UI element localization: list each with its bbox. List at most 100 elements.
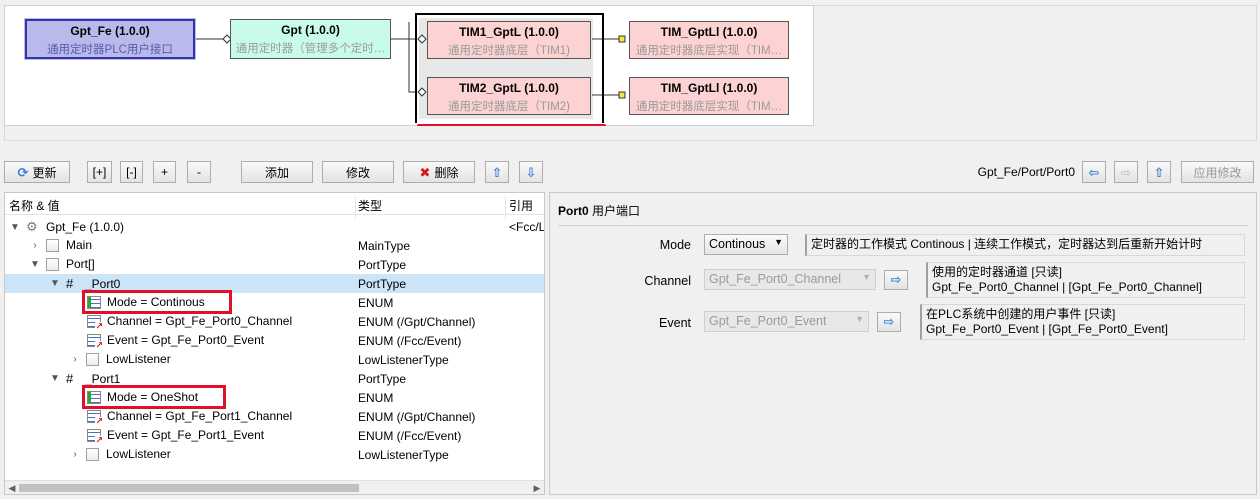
event-desc-line1: 在PLC系统中创建的用户事件 [只读] — [926, 307, 1116, 321]
enum-link-icon — [87, 333, 103, 350]
chevron-right-icon[interactable]: › — [69, 354, 81, 365]
col-header-ref[interactable]: 引用 — [509, 197, 533, 214]
dropdown-arrow-icon: ▼ — [862, 272, 871, 282]
channel-desc-line2: Gpt_Fe_Port0_Channel | [Gpt_Fe_Port0_Cha… — [932, 280, 1202, 294]
row-type: ENUM — [358, 296, 394, 310]
col-header-name[interactable]: 名称 & 值 — [9, 197, 60, 214]
divider — [558, 225, 1248, 226]
enum-link-icon — [87, 314, 103, 331]
refresh-button[interactable]: ⟳ 更新 — [4, 161, 70, 183]
scroll-right-icon[interactable]: ▶ — [530, 481, 544, 494]
row-label: _Port1 — [85, 371, 121, 386]
dropdown-arrow-icon: ▼ — [774, 237, 783, 247]
chevron-right-icon[interactable]: › — [29, 240, 41, 251]
enum-link-icon — [87, 409, 103, 426]
row-type: ENUM (/Fcc/Event) — [358, 334, 462, 348]
diagram-empty-area — [814, 5, 1257, 141]
row-label: Channel = Gpt_Fe_Port1_Channel — [107, 409, 293, 423]
expand-all-button[interactable]: [+] — [87, 161, 112, 183]
node-title: TIM1_GptL (1.0.0) — [459, 25, 559, 39]
refresh-label: 更新 — [32, 165, 57, 180]
move-down-button[interactable]: ⇩ — [519, 161, 543, 183]
move-up-button[interactable]: ⇧ — [485, 161, 509, 183]
row-label: LowListener — [106, 352, 171, 366]
hash-icon: # — [66, 276, 74, 291]
node-subtitle: 通用定时器底层实现（TIM… — [635, 45, 783, 57]
tree-row[interactable]: › LowListener LowListenerType — [5, 350, 544, 369]
node-tim1-gptl[interactable]: TIM1_GptL (1.0.0) 通用定时器底层（TIM1) — [427, 21, 591, 59]
arrow-right-icon: ⇨ — [1120, 164, 1132, 180]
chevron-down-icon[interactable]: ▼ — [29, 259, 41, 270]
row-type: LowListenerType — [358, 448, 449, 462]
tree-row[interactable]: ▼ ⚙ Gpt_Fe (1.0.0) <Fcc/Ll — [5, 217, 544, 236]
row-label: Channel = Gpt_Fe_Port0_Channel — [107, 314, 293, 328]
node-tim-gptll-1[interactable]: TIM_GptLl (1.0.0) 通用定时器底层实现（TIM… — [629, 21, 789, 59]
increment-button[interactable]: + — [153, 161, 176, 183]
modify-button[interactable]: 修改 — [322, 161, 394, 183]
node-title: Gpt_Fe (1.0.0) — [70, 24, 150, 38]
node-gpt-fe[interactable]: Gpt_Fe (1.0.0) 通用定时器PLC用户接口 — [25, 19, 195, 59]
property-panel: Port0 用户端口 Mode Continous ▼ 定时器的工作模式 Con… — [549, 192, 1257, 495]
enum-link-icon — [87, 428, 103, 445]
row-type: LowListenerType — [358, 353, 449, 367]
mode-select[interactable]: Continous ▼ — [704, 234, 788, 255]
node-subtitle: 通用定时器（管理多个定时… — [235, 43, 386, 55]
hash-icon: # — [66, 371, 74, 386]
tree-row[interactable]: ▼ Port[] PortType — [5, 255, 544, 274]
back-button[interactable]: ⇦ — [1082, 161, 1106, 183]
up-level-button[interactable]: ⇧ — [1147, 161, 1171, 183]
annotation-box-mode-continous — [82, 290, 232, 314]
add-button[interactable]: 添加 — [241, 161, 313, 183]
delete-button[interactable]: ✖ 删除 — [403, 161, 475, 183]
current-path: Gpt_Fe/Port/Port0 — [977, 165, 1075, 179]
delete-label: 删除 — [434, 165, 459, 180]
tree-row[interactable]: Channel = Gpt_Fe_Port0_Channel ENUM (/Gp… — [5, 312, 544, 331]
folder-node-icon — [86, 352, 99, 366]
node-gpt[interactable]: Gpt (1.0.0) 通用定时器（管理多个定时… — [230, 19, 391, 59]
horizontal-scrollbar[interactable]: ◀ ▶ — [5, 480, 544, 494]
refresh-icon: ⟳ — [17, 164, 29, 180]
mode-value: Continous — [709, 237, 766, 251]
event-value: Gpt_Fe_Port0_Event — [709, 314, 827, 328]
row-type: ENUM (/Fcc/Event) — [358, 429, 462, 443]
goto-event-button[interactable]: ⇨ — [877, 312, 901, 332]
event-desc-line2: Gpt_Fe_Port0_Event | [Gpt_Fe_Port0_Event… — [926, 322, 1168, 336]
chevron-down-icon[interactable]: ▼ — [9, 222, 21, 233]
row-label: Port[] — [66, 257, 95, 271]
arrow-right-icon: ⇨ — [883, 314, 895, 329]
mode-description: 定时器的工作模式 Continous | 连续工作模式，定时器达到后重新开始计时 — [805, 234, 1245, 256]
delete-x-icon: ✖ — [419, 164, 431, 180]
forward-button[interactable]: ⇨ — [1114, 161, 1138, 183]
node-subtitle: 通用定时器PLC用户接口 — [47, 44, 173, 56]
node-tim-gptll-2[interactable]: TIM_GptLl (1.0.0) 通用定时器底层实现（TIM… — [629, 77, 789, 115]
scrollbar-thumb[interactable] — [19, 484, 359, 492]
event-select[interactable]: Gpt_Fe_Port0_Event ▼ — [704, 311, 869, 332]
row-label: _Port0 — [85, 276, 121, 291]
apply-changes-button[interactable]: 应用修改 — [1181, 161, 1254, 183]
chevron-down-icon[interactable]: ▼ — [49, 278, 61, 289]
tree-row[interactable]: › LowListener LowListenerType — [5, 445, 544, 464]
arrow-up-icon: ⇧ — [491, 164, 503, 180]
scroll-left-icon[interactable]: ◀ — [5, 481, 19, 494]
tree-row[interactable]: Event = Gpt_Fe_Port1_Event ENUM (/Fcc/Ev… — [5, 426, 544, 445]
node-tim2-gptl[interactable]: TIM2_GptL (1.0.0) 通用定时器底层（TIM2) — [427, 77, 591, 115]
dropdown-arrow-icon: ▼ — [855, 314, 864, 324]
tree-header: 名称 & 值 类型 引用 — [5, 193, 544, 219]
row-label: Event = Gpt_Fe_Port1_Event — [107, 428, 265, 442]
folder-node-icon — [46, 257, 59, 271]
col-header-type[interactable]: 类型 — [358, 197, 382, 214]
arrow-down-icon: ⇩ — [525, 164, 537, 180]
tree-row[interactable]: Channel = Gpt_Fe_Port1_Channel ENUM (/Gp… — [5, 407, 544, 426]
collapse-all-button[interactable]: [-] — [120, 161, 143, 183]
tree-row[interactable]: Event = Gpt_Fe_Port0_Event ENUM (/Fcc/Ev… — [5, 331, 544, 350]
panel-title: Port0 用户端口 — [558, 204, 641, 218]
decrement-button[interactable]: - — [187, 161, 211, 183]
diagram-margin — [4, 126, 814, 141]
goto-channel-button[interactable]: ⇨ — [884, 270, 908, 290]
channel-select[interactable]: Gpt_Fe_Port0_Channel ▼ — [704, 269, 876, 290]
tree-row[interactable]: › Main MainType — [5, 236, 544, 255]
chevron-right-icon[interactable]: › — [69, 449, 81, 460]
channel-label: Channel — [644, 274, 691, 288]
chevron-down-icon[interactable]: ▼ — [49, 373, 61, 384]
node-title: TIM_GptLl (1.0.0) — [660, 81, 758, 95]
